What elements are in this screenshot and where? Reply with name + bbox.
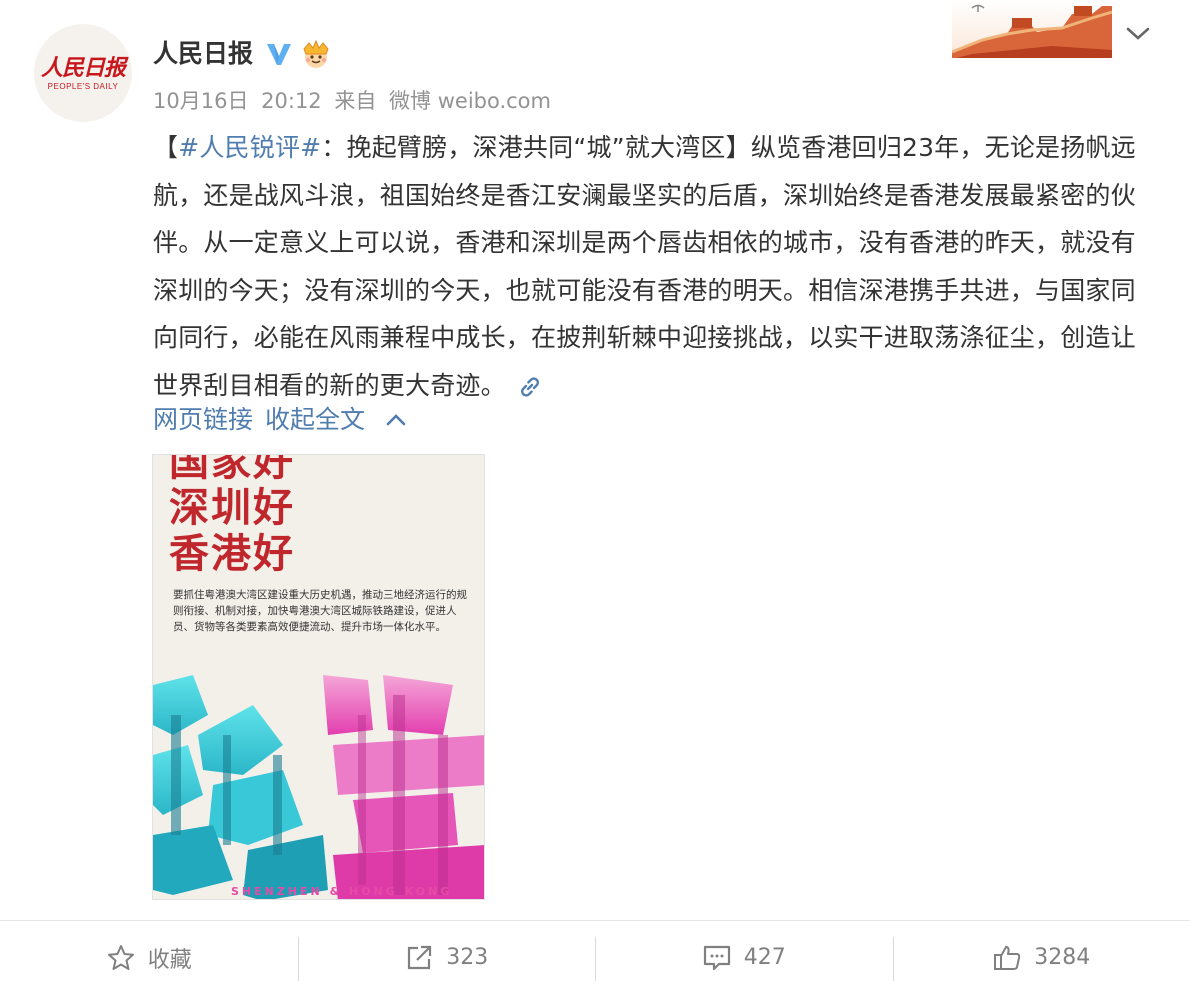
avatar-logo-text: 人民日报 [40,54,126,81]
content-bracket-open: 【 [153,133,179,162]
content-bracket-close: 】 [725,133,751,162]
poster-headline-line: 国家好 [169,454,295,485]
poster-headline-line: 深圳好 [169,484,295,531]
poster-artwork [153,675,484,899]
topic-hashtag-link[interactable]: #人民锐评# [178,133,321,162]
favorite-button[interactable]: 收藏 [0,921,298,994]
favorite-label: 收藏 [147,947,192,973]
post-date[interactable]: 10月16日 [153,89,248,113]
content-actions: 网页链接 收起全文 [153,400,407,440]
post-source-prefix: 来自 [334,89,377,113]
content-title: ：挽起臂膀，深港共同“城”就大湾区 [321,133,726,162]
poster-footer-text: SHENZHEN & HONG KONG [231,885,453,898]
author-row: 人民日报 [153,36,333,72]
link-icon[interactable] [516,373,544,401]
author-name[interactable]: 人民日报 [153,37,253,71]
star-icon [107,944,134,970]
poster-headline-line: 香港好 [169,530,295,577]
avatar[interactable]: 人民日报 PEOPLE'S DAILY [34,24,132,122]
poster-headline: 国家好 深圳好 香港好 [169,454,295,577]
collapse-text-link[interactable]: 收起全文 [265,400,365,440]
repost-button[interactable]: 323 [297,921,596,994]
comment-icon [703,945,730,970]
repost-count: 323 [446,945,489,970]
poster-body-text: 要抓住粤港澳大湾区建设重大历史机遇，推动三地经济运行的规则衔接、机制对接，加快粤… [173,589,467,633]
post-footer: 收藏 323 427 3284 [0,921,1190,994]
great-wall-card-decoration [952,0,1112,58]
web-link[interactable]: 网页链接 [153,400,253,440]
comment-button[interactable]: 427 [595,921,893,994]
thumbs-up-icon [994,945,1021,970]
chevron-up-icon[interactable] [385,412,407,428]
post-time[interactable]: 20:12 [261,89,322,113]
content-body: 纵览香港回归23年，无论是扬帆远航，还是战风斗浪，祖国始终是香江安澜最坚实的后盾… [153,133,1136,400]
post-image[interactable]: 国家好 深圳好 香港好 要抓住粤港澳大湾区建设重大历史机遇，推动三地经济运行的规… [152,454,485,900]
avatar-logo-subtitle: PEOPLE'S DAILY [47,81,119,91]
post-source[interactable]: 微博 weibo.com [389,89,551,113]
post-meta: 10月16日 20:12 来自 微博 weibo.com [153,87,551,115]
chevron-down-icon[interactable] [1124,24,1152,44]
comment-count: 427 [743,945,786,970]
like-button[interactable]: 3284 [892,921,1190,994]
share-icon [408,945,432,969]
verified-badge-icon[interactable] [265,40,293,68]
like-count: 3284 [1034,945,1091,970]
vip-crown-badge-icon[interactable] [299,39,333,69]
post-content: 【#人民锐评#：挽起臂膀，深港共同“城”就大湾区】纵览香港回归23年，无论是扬帆… [153,124,1138,409]
